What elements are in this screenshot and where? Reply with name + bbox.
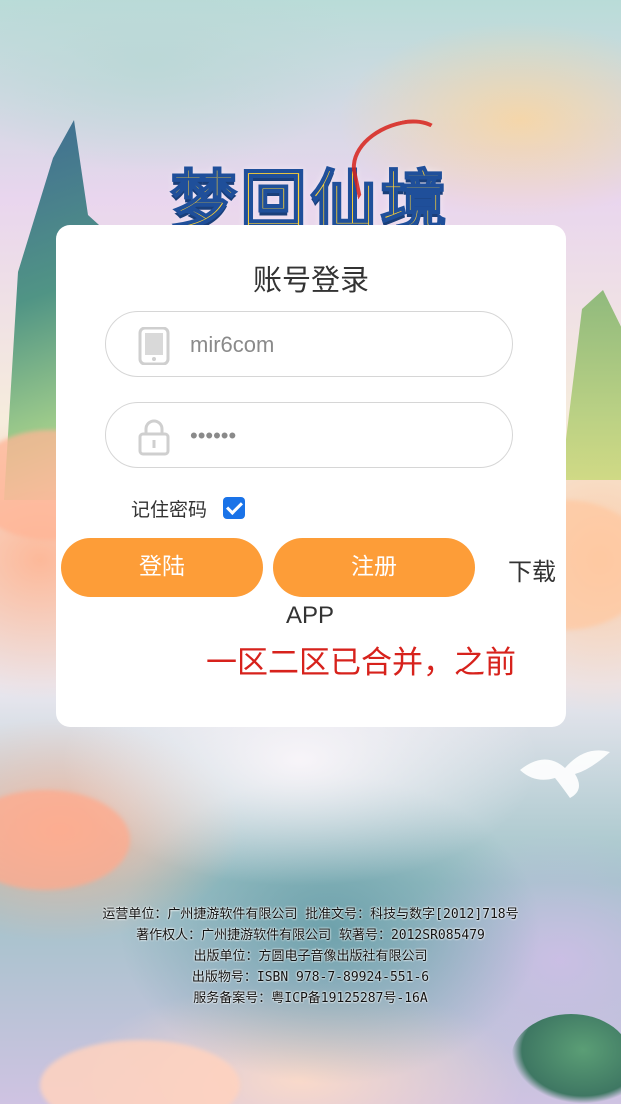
download-link[interactable]: 下载 xyxy=(508,552,556,587)
lotus-leaf-decoration xyxy=(511,1014,621,1104)
remember-password-checkbox[interactable] xyxy=(223,497,246,519)
password-field[interactable] xyxy=(105,402,513,468)
footer-isbn: 出版物号：ISBN 978-7-89924-551-6 xyxy=(191,970,430,985)
login-button[interactable]: 登陆 xyxy=(61,538,263,597)
footer-publisher: 出版单位：方圆电子音像出版社有限公司 xyxy=(193,949,428,964)
footer-info: 运营单位：广州捷游软件有限公司 批准文号：科技与数字[2012]718号 著作权… xyxy=(0,904,621,1009)
footer-copyright: 著作权人：广州捷游软件有限公司 软著号：2012SR085479 xyxy=(136,928,485,943)
page-background: 梦回仙境 账号登录 记 xyxy=(0,0,621,1104)
game-logo: 梦回仙境 xyxy=(0,112,621,241)
username-field[interactable] xyxy=(105,311,513,377)
login-title: 账号登录 xyxy=(252,263,369,297)
remember-password-label: 记住密码 xyxy=(131,498,208,521)
login-card: 账号登录 记住密码 xyxy=(56,225,566,727)
cloud-decoration xyxy=(0,790,130,890)
username-input[interactable] xyxy=(188,324,492,366)
footer-operator: 运营单位：广州捷游软件有限公司 批准文号：科技与数字[2012]718号 xyxy=(102,907,519,922)
mountain-decoration-right xyxy=(561,290,621,480)
footer-icp: 服务备案号：粤ICP备19125287号-16A xyxy=(193,991,428,1006)
password-input[interactable] xyxy=(188,415,492,457)
phone-icon xyxy=(138,326,170,366)
lock-icon xyxy=(138,418,170,456)
bird-decoration xyxy=(520,750,610,798)
download-app-link[interactable]: APP xyxy=(286,602,334,630)
register-button[interactable]: 注册 xyxy=(273,538,475,597)
merge-notice: 一区二区已合并，之前 xyxy=(206,645,516,681)
remember-password[interactable]: 记住密码 xyxy=(131,494,246,522)
cloud-decoration xyxy=(40,1040,240,1104)
